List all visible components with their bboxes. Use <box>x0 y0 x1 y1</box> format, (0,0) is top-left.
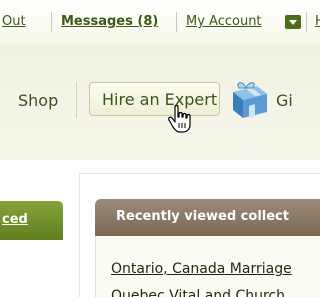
recently-viewed-item[interactable]: Ontario, Canada Marriage <box>111 261 292 277</box>
link-divider <box>306 12 307 32</box>
top-links-bar: Out Messages (8) My Account H <box>0 0 320 45</box>
hand-pointer-cursor-icon <box>168 104 191 133</box>
content-border <box>79 173 80 297</box>
hire-an-expert-label: Hire an Expert <box>102 90 218 109</box>
hire-an-expert-button[interactable]: Hire an Expert <box>89 82 220 116</box>
nav-divider <box>76 82 77 118</box>
recently-viewed-title: Recently viewed collect <box>116 209 289 224</box>
logout-link[interactable]: Out <box>2 14 26 29</box>
left-panel-tab-label[interactable]: ced <box>2 212 28 227</box>
chevron-down-icon[interactable] <box>285 15 301 29</box>
nav-shop-link[interactable]: Shop <box>18 91 58 110</box>
gift-box-icon[interactable] <box>231 80 269 120</box>
recently-viewed-item[interactable]: Quebec Vital and Church <box>111 288 285 297</box>
link-divider <box>51 12 52 32</box>
recently-viewed-header: Recently viewed collect <box>95 199 320 236</box>
my-account-link[interactable]: My Account <box>186 14 262 29</box>
link-divider <box>176 12 177 32</box>
help-link[interactable]: H <box>315 14 320 29</box>
left-panel-tab[interactable]: ced <box>0 201 63 240</box>
content-border <box>79 173 320 174</box>
recently-viewed-list: Ontario, Canada Marriage Quebec Vital an… <box>95 236 320 297</box>
nav-gift-link[interactable]: Gi <box>276 91 293 110</box>
messages-link[interactable]: Messages (8) <box>61 14 158 29</box>
